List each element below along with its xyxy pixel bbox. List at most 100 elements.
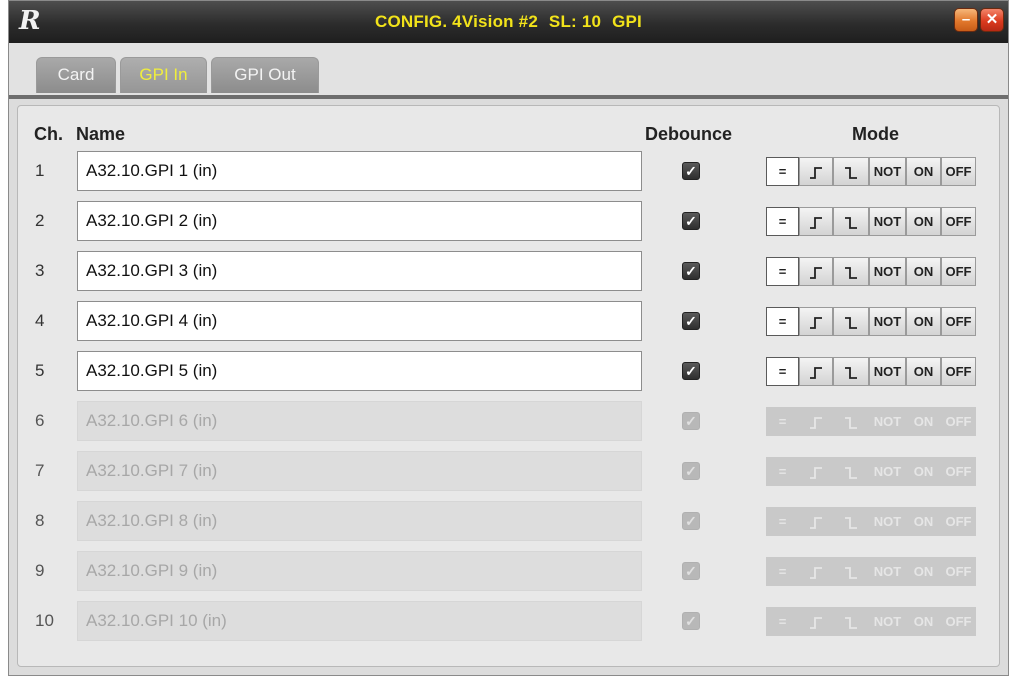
mode-falling-edge-button[interactable] [833, 157, 869, 186]
mode-falling-edge-button[interactable] [833, 207, 869, 236]
falling-edge-icon [845, 466, 857, 479]
mode-passthrough-button[interactable]: = [766, 157, 799, 186]
debounce-checkbox[interactable]: ✓ [682, 262, 700, 280]
mode-off-button: OFF [941, 557, 976, 586]
mode-falling-edge-button [833, 607, 869, 636]
gpi-row: 10 ✓ = NOTONOFF [9, 601, 1008, 641]
gpi-row: 2 ✓ = NOTONOFF [9, 201, 1008, 241]
gpi-name-field [77, 551, 642, 591]
mode-passthrough-button[interactable]: = [766, 357, 799, 386]
mode-on-button[interactable]: ON [906, 207, 941, 236]
mode-passthrough-button: = [766, 607, 799, 636]
gpi-name-field [77, 501, 642, 541]
debounce-checkbox: ✓ [682, 562, 700, 580]
mode-not-button[interactable]: NOT [869, 257, 906, 286]
mode-off-button[interactable]: OFF [941, 307, 976, 336]
mode-rising-edge-button[interactable] [799, 257, 833, 286]
mode-on-button[interactable]: ON [906, 257, 941, 286]
mode-rising-edge-button[interactable] [799, 207, 833, 236]
title-slot: SL: 10 [548, 12, 602, 31]
tab-gpi-out[interactable]: GPI Out [211, 57, 319, 93]
gpi-name-field[interactable] [77, 251, 642, 291]
mode-passthrough-button: = [766, 407, 799, 436]
falling-edge-icon [845, 316, 857, 329]
rising-edge-icon [810, 616, 822, 629]
channel-number: 1 [35, 161, 45, 180]
mode-passthrough-button[interactable]: = [766, 257, 799, 286]
mode-rising-edge-button[interactable] [799, 157, 833, 186]
title-device: CONFIG. 4Vision #2 [375, 12, 538, 31]
debounce-checkbox[interactable]: ✓ [682, 212, 700, 230]
channel-number: 5 [35, 361, 45, 380]
debounce-checkbox: ✓ [682, 612, 700, 630]
mode-off-button: OFF [941, 457, 976, 486]
mode-off-button[interactable]: OFF [941, 207, 976, 236]
gpi-row: 5 ✓ = NOTONOFF [9, 351, 1008, 391]
rising-edge-icon [810, 216, 822, 229]
title-bar[interactable]: R CONFIG. 4Vision #2 SL: 10 GPI – ✕ [9, 1, 1008, 43]
mode-passthrough-button[interactable]: = [766, 207, 799, 236]
gpi-name-field[interactable] [77, 351, 642, 391]
mode-on-button: ON [906, 507, 941, 536]
falling-edge-icon [845, 216, 857, 229]
header-mode: Mode [852, 124, 899, 144]
mode-rising-edge-button [799, 407, 833, 436]
debounce-checkbox[interactable]: ✓ [682, 362, 700, 380]
rising-edge-icon [810, 166, 822, 179]
mode-rising-edge-button [799, 557, 833, 586]
mode-rising-edge-button [799, 507, 833, 536]
mode-off-button[interactable]: OFF [941, 257, 976, 286]
debounce-checkbox[interactable]: ✓ [682, 312, 700, 330]
mode-not-button[interactable]: NOT [869, 307, 906, 336]
mode-not-button[interactable]: NOT [869, 157, 906, 186]
gpi-name-field[interactable] [77, 151, 642, 191]
gpi-name-field[interactable] [77, 201, 642, 241]
mode-not-button: NOT [869, 557, 906, 586]
close-button[interactable]: ✕ [980, 8, 1004, 32]
gpi-row: 3 ✓ = NOTONOFF [9, 251, 1008, 291]
gpi-row: 7 ✓ = NOTONOFF [9, 451, 1008, 491]
header-debounce: Debounce [645, 124, 733, 144]
mode-on-button: ON [906, 457, 941, 486]
rising-edge-icon [810, 516, 822, 529]
debounce-checkbox: ✓ [682, 462, 700, 480]
mode-off-button[interactable]: OFF [941, 157, 976, 186]
mode-not-button[interactable]: NOT [869, 207, 906, 236]
gpi-row: 4 ✓ = NOTONOFF [9, 301, 1008, 341]
rising-edge-icon [810, 566, 822, 579]
mode-off-button: OFF [941, 507, 976, 536]
mode-rising-edge-button[interactable] [799, 307, 833, 336]
mode-falling-edge-button[interactable] [833, 307, 869, 336]
gpi-name-field [77, 401, 642, 441]
mode-falling-edge-button[interactable] [833, 257, 869, 286]
gpi-name-field[interactable] [77, 301, 642, 341]
mode-on-button[interactable]: ON [906, 357, 941, 386]
gpi-row: 6 ✓ = NOTONOFF [9, 401, 1008, 441]
mode-off-button[interactable]: OFF [941, 357, 976, 386]
tab-gpi-in[interactable]: GPI In [120, 57, 207, 93]
channel-number: 7 [35, 461, 45, 480]
gpi-row: 8 ✓ = NOTONOFF [9, 501, 1008, 541]
mode-off-button: OFF [941, 407, 976, 436]
falling-edge-icon [845, 366, 857, 379]
channel-number: 9 [35, 561, 45, 580]
mode-not-button: NOT [869, 407, 906, 436]
gpi-row: 9 ✓ = NOTONOFF [9, 551, 1008, 591]
channel-number: 2 [35, 211, 45, 230]
tab-card[interactable]: Card [36, 57, 116, 93]
channel-number: 4 [35, 311, 45, 330]
mode-not-button[interactable]: NOT [869, 357, 906, 386]
mode-on-button[interactable]: ON [906, 157, 941, 186]
mode-on-button[interactable]: ON [906, 307, 941, 336]
mode-passthrough-button[interactable]: = [766, 307, 799, 336]
rising-edge-icon [810, 416, 822, 429]
debounce-checkbox[interactable]: ✓ [682, 162, 700, 180]
mode-rising-edge-button[interactable] [799, 357, 833, 386]
gpi-name-field [77, 601, 642, 641]
rising-edge-icon [810, 466, 822, 479]
minimize-button[interactable]: – [954, 8, 978, 32]
channel-number: 8 [35, 511, 45, 530]
mode-falling-edge-button[interactable] [833, 357, 869, 386]
falling-edge-icon [845, 616, 857, 629]
falling-edge-icon [845, 266, 857, 279]
